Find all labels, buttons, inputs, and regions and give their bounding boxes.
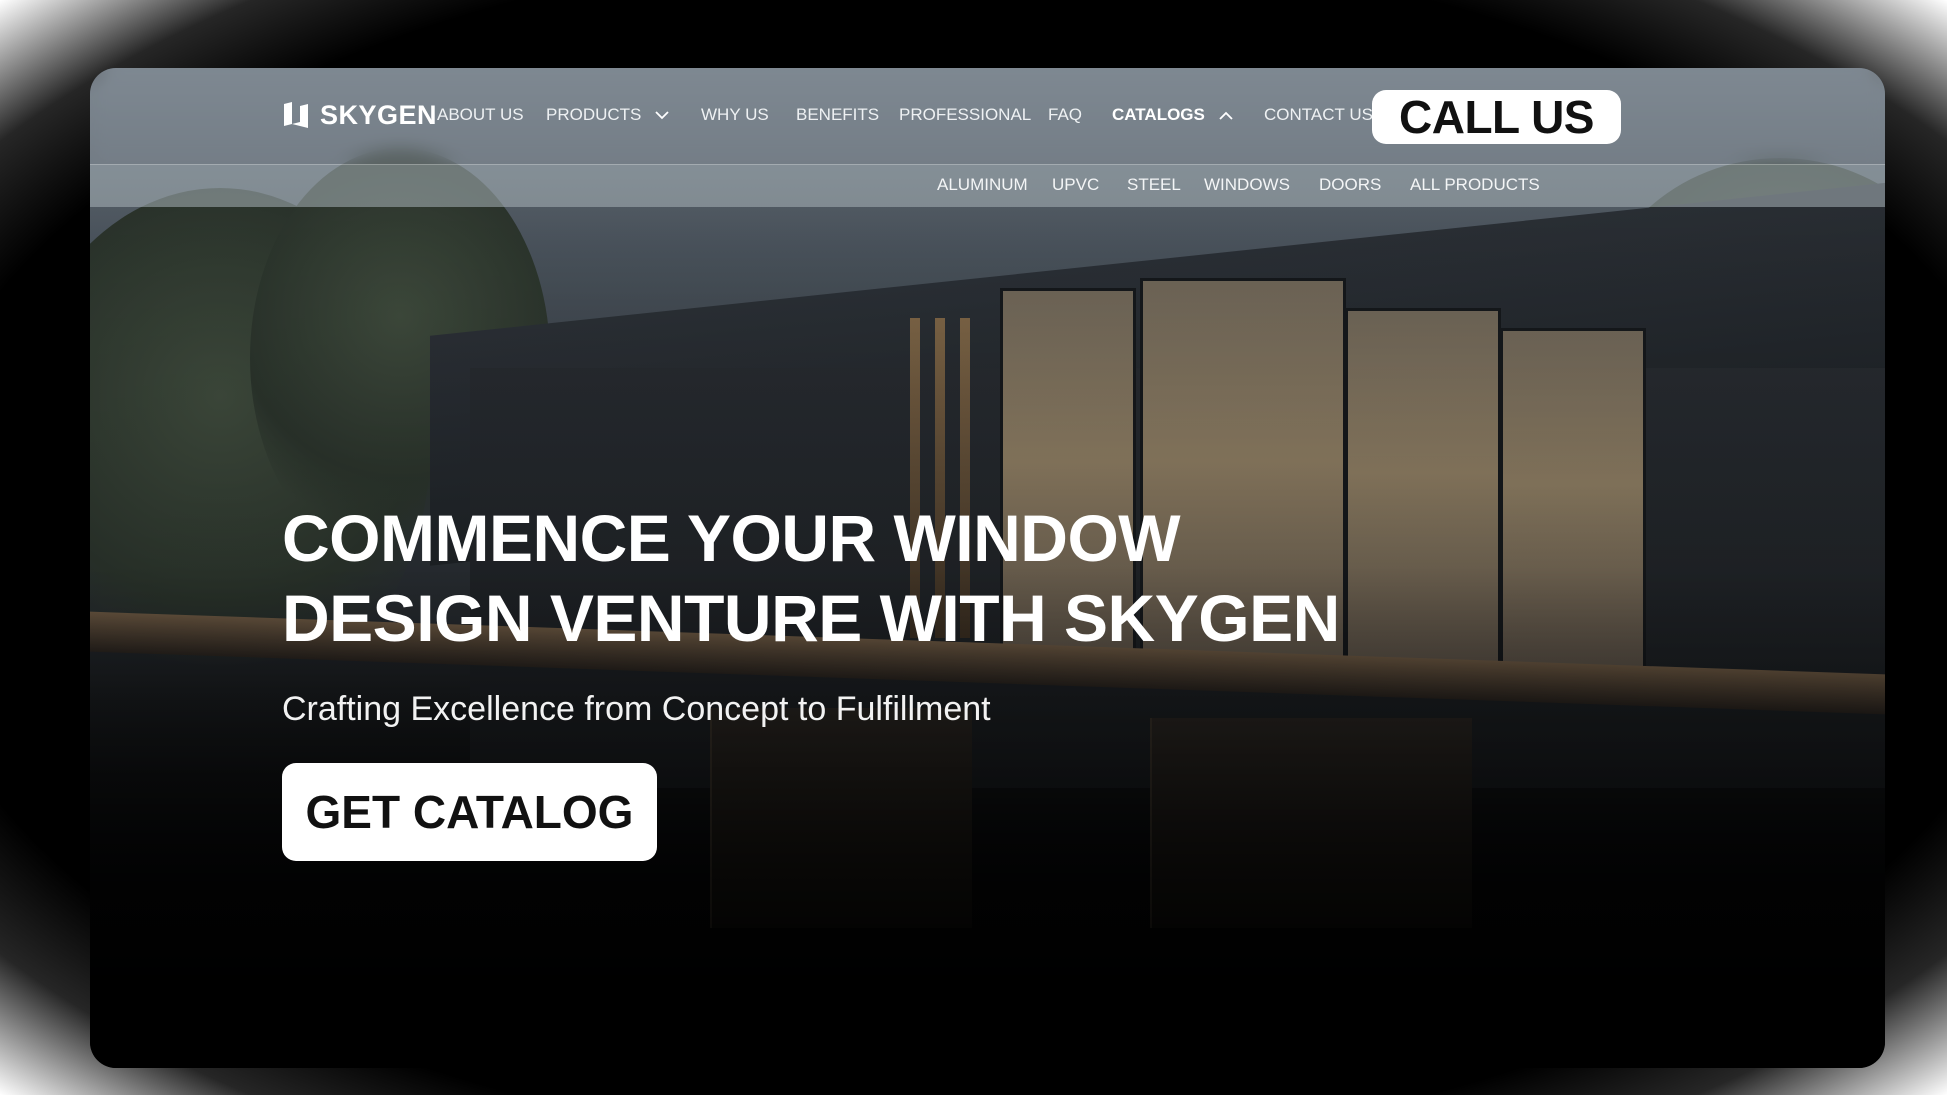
nav-label: PROFESSIONAL: [899, 105, 1032, 124]
nav-about-us[interactable]: ABOUT US: [437, 105, 524, 125]
submenu-steel[interactable]: STEEL: [1127, 175, 1181, 195]
chevron-up-icon: [1219, 108, 1233, 123]
submenu-windows[interactable]: WINDOWS: [1204, 175, 1290, 195]
call-us-button[interactable]: CALL US: [1372, 90, 1621, 144]
nav-label: ABOUT US: [437, 105, 524, 124]
nav-label: FAQ: [1048, 105, 1083, 124]
nav-benefits[interactable]: BENEFITS: [796, 105, 879, 125]
nav-label: PRODUCTS: [546, 105, 642, 124]
get-catalog-button[interactable]: GET CATALOG: [282, 763, 657, 861]
nav-label: WHY US: [701, 105, 769, 124]
nav-contact-us[interactable]: CONTACT US: [1264, 105, 1373, 125]
nav-catalogs[interactable]: CATALOGS: [1112, 105, 1233, 125]
hero-title-line-2: DESIGN VENTURE WITH SKYGEN: [282, 581, 1340, 655]
submenu-doors[interactable]: DOORS: [1319, 175, 1381, 195]
submenu-all-products[interactable]: ALL PRODUCTS: [1410, 175, 1540, 195]
nav-professional[interactable]: PROFESSIONAL: [899, 105, 1031, 125]
website-viewport: SKYGEN ABOUT US PRODUCTS WHY US BENEFITS…: [90, 68, 1885, 1068]
hero-title: COMMENCE YOUR WINDOW DESIGN VENTURE WITH…: [282, 498, 1382, 658]
nav-why-us[interactable]: WHY US: [701, 105, 769, 125]
nav-label: BENEFITS: [796, 105, 880, 124]
main-nav: ABOUT US PRODUCTS WHY US BENEFITS PROFES…: [90, 68, 1885, 164]
nav-label: CATALOGS: [1112, 105, 1205, 124]
nav-products[interactable]: PRODUCTS: [546, 105, 670, 125]
nav-label: CONTACT US: [1264, 105, 1373, 124]
submenu-aluminum[interactable]: ALUMINUM: [937, 175, 1028, 195]
hero-title-line-1: COMMENCE YOUR WINDOW: [282, 501, 1181, 575]
submenu-upvc[interactable]: UPVC: [1052, 175, 1099, 195]
hero-subtitle: Crafting Excellence from Concept to Fulf…: [282, 690, 991, 728]
screenshot-frame: SKYGEN ABOUT US PRODUCTS WHY US BENEFITS…: [0, 0, 1947, 1095]
chevron-down-icon: [655, 108, 670, 123]
nav-faq[interactable]: FAQ: [1048, 105, 1082, 125]
